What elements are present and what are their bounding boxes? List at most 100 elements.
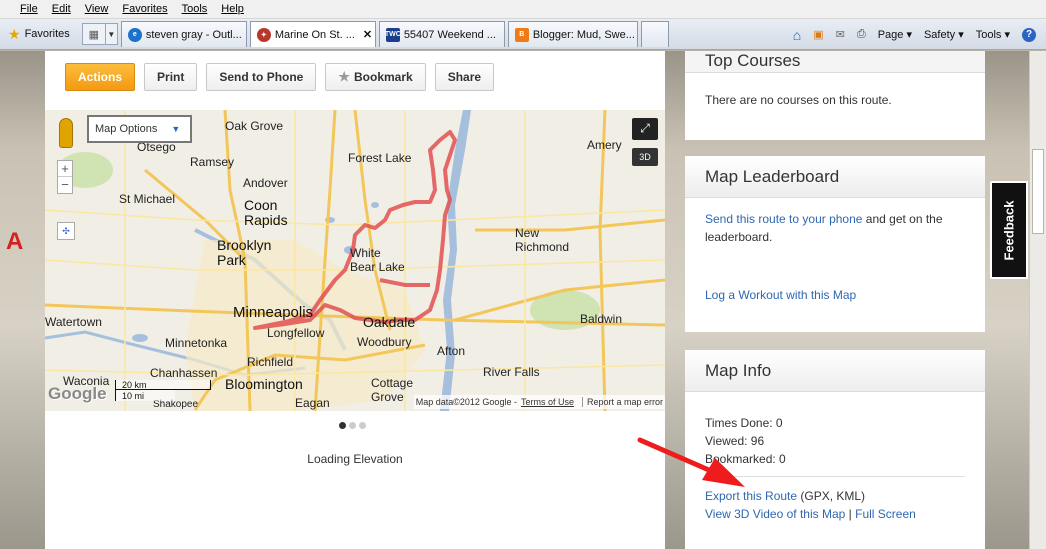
browser-tab-label: Blogger: Mud, Swe... — [532, 28, 635, 41]
menu-edit[interactable]: Edit — [52, 3, 71, 15]
terms-of-use-link[interactable]: Terms of Use — [521, 397, 574, 407]
lake-minnetonka — [132, 334, 148, 342]
place-oak-grove: Oak Grove — [225, 119, 284, 133]
view-3d-video-link[interactable]: View 3D Video of this Map — [705, 507, 845, 521]
favorites-button[interactable]: ★ Favorites — [0, 19, 78, 50]
safety-menu[interactable]: Safety ▾ — [924, 28, 964, 41]
viewed-stat: Viewed: 96 — [705, 434, 765, 448]
quick-tabs-icon[interactable]: ▦ — [81, 23, 106, 45]
pan-control-icon[interactable]: ✣ — [57, 222, 75, 240]
favorites-label: Favorites — [24, 28, 70, 40]
action-toolbar: Actions Print Send to Phone ★ Bookmark S… — [65, 63, 503, 91]
scrollbar-thumb[interactable] — [1032, 149, 1044, 234]
elevation-loading-text: Loading Elevation — [307, 452, 403, 466]
export-route-link[interactable]: Export this Route — [705, 489, 797, 503]
new-tab-button[interactable] — [640, 21, 669, 47]
menu-tools[interactable]: Tools — [182, 3, 208, 15]
menu-file[interactable]: File — [20, 3, 38, 15]
route-main-panel: Actions Print Send to Phone ★ Bookmark S… — [45, 51, 665, 549]
place-forest-lake: Forest Lake — [348, 151, 412, 165]
zoom-in-button[interactable]: + — [58, 161, 72, 177]
place-eagan: Eagan — [295, 396, 330, 410]
browser-tab-outlook[interactable]: e steven gray - Outl... — [120, 21, 247, 47]
browser-tab-label: 55407 Weekend ... — [403, 28, 496, 41]
menu-bar: File Edit View Favorites Tools Help — [0, 0, 1046, 19]
browser-tab-weather[interactable]: TWC 55407 Weekend ... — [378, 21, 505, 47]
st-croix-river — [440, 110, 471, 411]
menu-help[interactable]: Help — [221, 3, 244, 15]
zoom-out-button[interactable]: − — [58, 177, 72, 193]
times-done-stat: Times Done: 0 — [705, 416, 783, 430]
share-button[interactable]: Share — [434, 63, 495, 91]
map-info-title: Map Info — [685, 350, 985, 392]
carousel-dot[interactable] — [339, 422, 346, 429]
carousel-dot[interactable] — [349, 422, 356, 429]
place-new-richmond: New Richmond — [515, 226, 570, 254]
map-attribution: Map data©2012 Google - Terms of Use Repo… — [413, 395, 665, 409]
place-river-falls: River Falls — [483, 365, 540, 379]
twc-icon: TWC — [385, 27, 401, 42]
map-leaderboard-panel: Map Leaderboard Send this route to your … — [685, 156, 985, 332]
route-map[interactable]: Oak Grove Otsego Ramsey Forest Lake Amer… — [45, 110, 665, 411]
divider — [705, 476, 965, 477]
fullscreen-icon[interactable]: ⤢ — [632, 118, 658, 140]
page-scrollbar[interactable] — [1029, 51, 1046, 549]
home-icon[interactable]: ⌂ — [793, 27, 801, 43]
zoom-control: + − — [57, 160, 73, 194]
report-map-error-link[interactable]: Report a map error — [581, 397, 663, 407]
menu-favorites[interactable]: Favorites — [122, 3, 167, 15]
menu-view[interactable]: View — [85, 3, 109, 15]
place-amery: Amery — [587, 138, 622, 152]
place-white-bear-lake: White Bear Lake — [350, 246, 405, 274]
carousel-dots — [339, 422, 369, 429]
place-chanhassen: Chanhassen — [150, 366, 218, 380]
close-tab-icon[interactable]: ✕ — [363, 28, 372, 41]
help-icon[interactable]: ? — [1022, 27, 1036, 42]
mail-icon[interactable]: ✉ — [836, 28, 845, 41]
full-screen-link[interactable]: Full Screen — [855, 507, 916, 521]
map-scale: 20 km 10 mi — [115, 380, 211, 401]
page-menu[interactable]: Page ▾ — [878, 28, 912, 41]
place-baldwin: Baldwin — [580, 312, 623, 326]
ie-icon: e — [127, 27, 142, 42]
attribution-text: Map data©2012 Google - — [415, 397, 517, 407]
browser-tab-marine[interactable]: ✦ Marine On St. ... ✕ — [249, 21, 376, 47]
feeds-icon[interactable]: ▣ — [813, 28, 823, 41]
place-watertown: Watertown — [45, 315, 102, 329]
carousel-dot[interactable] — [359, 422, 366, 429]
3d-view-button[interactable]: 3D — [632, 148, 658, 166]
map-info-panel: Map Info Times Done: 0 Viewed: 96 Bookma… — [685, 350, 985, 549]
place-minneapolis: Minneapolis — [233, 304, 314, 321]
place-bloomington: Bloomington — [225, 376, 303, 392]
browser-tab-blogger[interactable]: B Blogger: Mud, Swe... — [507, 21, 638, 47]
tools-menu[interactable]: Tools ▾ — [976, 28, 1010, 41]
actions-button[interactable]: Actions — [65, 63, 136, 91]
place-longfellow: Longfellow — [267, 326, 325, 340]
scale-mi: 10 mi — [115, 390, 175, 401]
tab-list-dropdown-icon[interactable]: ▼ — [105, 23, 118, 45]
dropdown-triangle-icon: ▼ — [171, 124, 181, 134]
place-st-michael: St Michael — [119, 192, 176, 206]
place-andover: Andover — [243, 176, 288, 190]
place-afton: Afton — [437, 344, 466, 358]
send-to-phone-button[interactable]: Send to Phone — [206, 63, 317, 91]
browser-tab-label: Marine On St. ... — [274, 28, 355, 41]
feedback-tab[interactable]: Feedback — [990, 181, 1028, 279]
place-minnetonka: Minnetonka — [165, 336, 228, 350]
link-separator: | — [845, 507, 856, 521]
bookmark-button[interactable]: ★ Bookmark — [325, 63, 426, 91]
street-view-pegman-icon[interactable] — [59, 118, 73, 148]
lake — [371, 202, 379, 208]
log-workout-link[interactable]: Log a Workout with this Map — [705, 288, 856, 302]
top-courses-panel: Top Courses There are no courses on this… — [685, 51, 985, 140]
print-button[interactable]: Print — [144, 63, 198, 91]
print-icon[interactable]: ⎙ — [857, 28, 866, 41]
scale-km: 20 km — [115, 380, 211, 390]
feedback-label: Feedback — [1001, 200, 1017, 260]
place-coon-rapids: Coon Rapids — [244, 197, 288, 228]
map-options-dropdown[interactable]: Map Options ▼ — [87, 115, 192, 143]
place-brooklyn-park: Brooklyn Park — [217, 237, 272, 268]
command-bar: ⌂ ▣ ✉ ⎙ Page ▾ Safety ▾ Tools ▾ ? — [781, 19, 1046, 50]
send-route-to-phone-link[interactable]: Send this route to your phone — [705, 212, 862, 226]
